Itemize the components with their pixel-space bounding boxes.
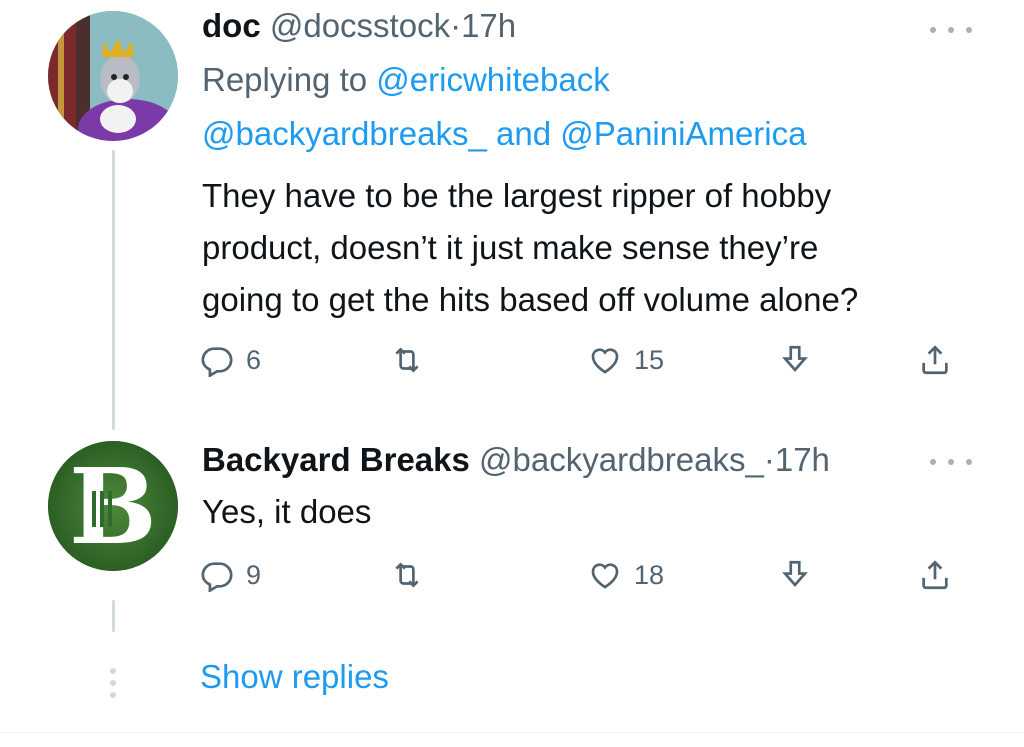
reply-button[interactable]: 9 [200,555,261,595]
mention-backyardbreaks[interactable]: @backyardbreaks_ [202,115,487,152]
download-icon [782,345,808,372]
like-button[interactable]: 15 [588,340,664,380]
mention-paniniamerica[interactable]: @PaniniAmerica [560,115,806,152]
avatar[interactable]: B [48,441,178,571]
tweet-text-line: going to get the hits based off volume a… [202,281,859,318]
thread-line [112,150,115,430]
replying-to-line2: @backyardbreaks_ and @PaniniAmerica [202,114,806,154]
divider [0,732,1024,733]
mention-ericwhiteback[interactable]: @ericwhiteback [376,61,609,98]
display-name[interactable]: doc [202,7,261,44]
tweet-backyard-breaks[interactable]: B Backyard Breaks @backyardbreaks_·17h Y… [0,430,1024,650]
retweet-icon [395,562,419,588]
timestamp[interactable]: 17h [775,441,830,478]
avatar-image [48,11,178,141]
tweet-text: Yes, it does [202,486,982,538]
download-icon [782,560,808,587]
share-button[interactable] [918,340,952,380]
tweet-header: doc @docsstock·17h [202,6,516,46]
tweet-actions: 6 15 [200,340,970,380]
retweet-button[interactable] [390,555,424,595]
replying-to: Replying to @ericwhiteback [202,60,610,100]
like-icon [591,348,619,374]
share-icon [922,560,948,590]
reply-icon [201,347,233,377]
retweet-button[interactable] [390,340,424,380]
tweet-text-line: Yes, it does [202,493,372,530]
display-name[interactable]: Backyard Breaks [202,441,470,478]
download-button[interactable] [778,555,812,595]
tweet-text: They have to be the largest ripper of ho… [202,170,982,326]
like-count: 15 [634,344,665,375]
share-button[interactable] [918,555,952,595]
reply-count: 9 [246,559,262,590]
reply-icon [201,562,233,592]
like-button[interactable]: 18 [588,555,664,595]
like-count: 18 [634,559,665,590]
more-replies-dots [108,668,118,698]
download-button[interactable] [778,340,812,380]
tweet-header: Backyard Breaks @backyardbreaks_·17h [202,440,830,480]
more-icon[interactable] [930,452,972,472]
mention-and[interactable]: and [496,115,551,152]
replying-prefix: Replying to [202,61,368,98]
thread-line [112,600,115,632]
retweet-icon [395,347,419,373]
like-icon [591,563,619,589]
reply-button[interactable]: 6 [200,340,261,380]
timestamp[interactable]: 17h [461,7,516,44]
tweet-text-line: They have to be the largest ripper of ho… [202,177,832,214]
reply-count: 6 [246,344,262,375]
avatar-letter: B [69,445,157,568]
show-replies-link[interactable]: Show replies [200,658,389,696]
handle[interactable]: @docsstock [270,7,450,44]
more-icon[interactable] [930,20,972,40]
avatar[interactable] [48,11,178,141]
handle[interactable]: @backyardbreaks_ [479,441,764,478]
separator: · [763,441,775,478]
tweet-doc[interactable]: doc @docsstock·17h Replying to @ericwhit… [0,0,1024,430]
share-icon [922,345,948,375]
separator: · [450,7,462,44]
tweet-text-line: product, doesn’t it just make sense they… [202,229,819,266]
tweet-actions: 9 18 [200,555,970,595]
avatar-image: B [48,441,178,571]
